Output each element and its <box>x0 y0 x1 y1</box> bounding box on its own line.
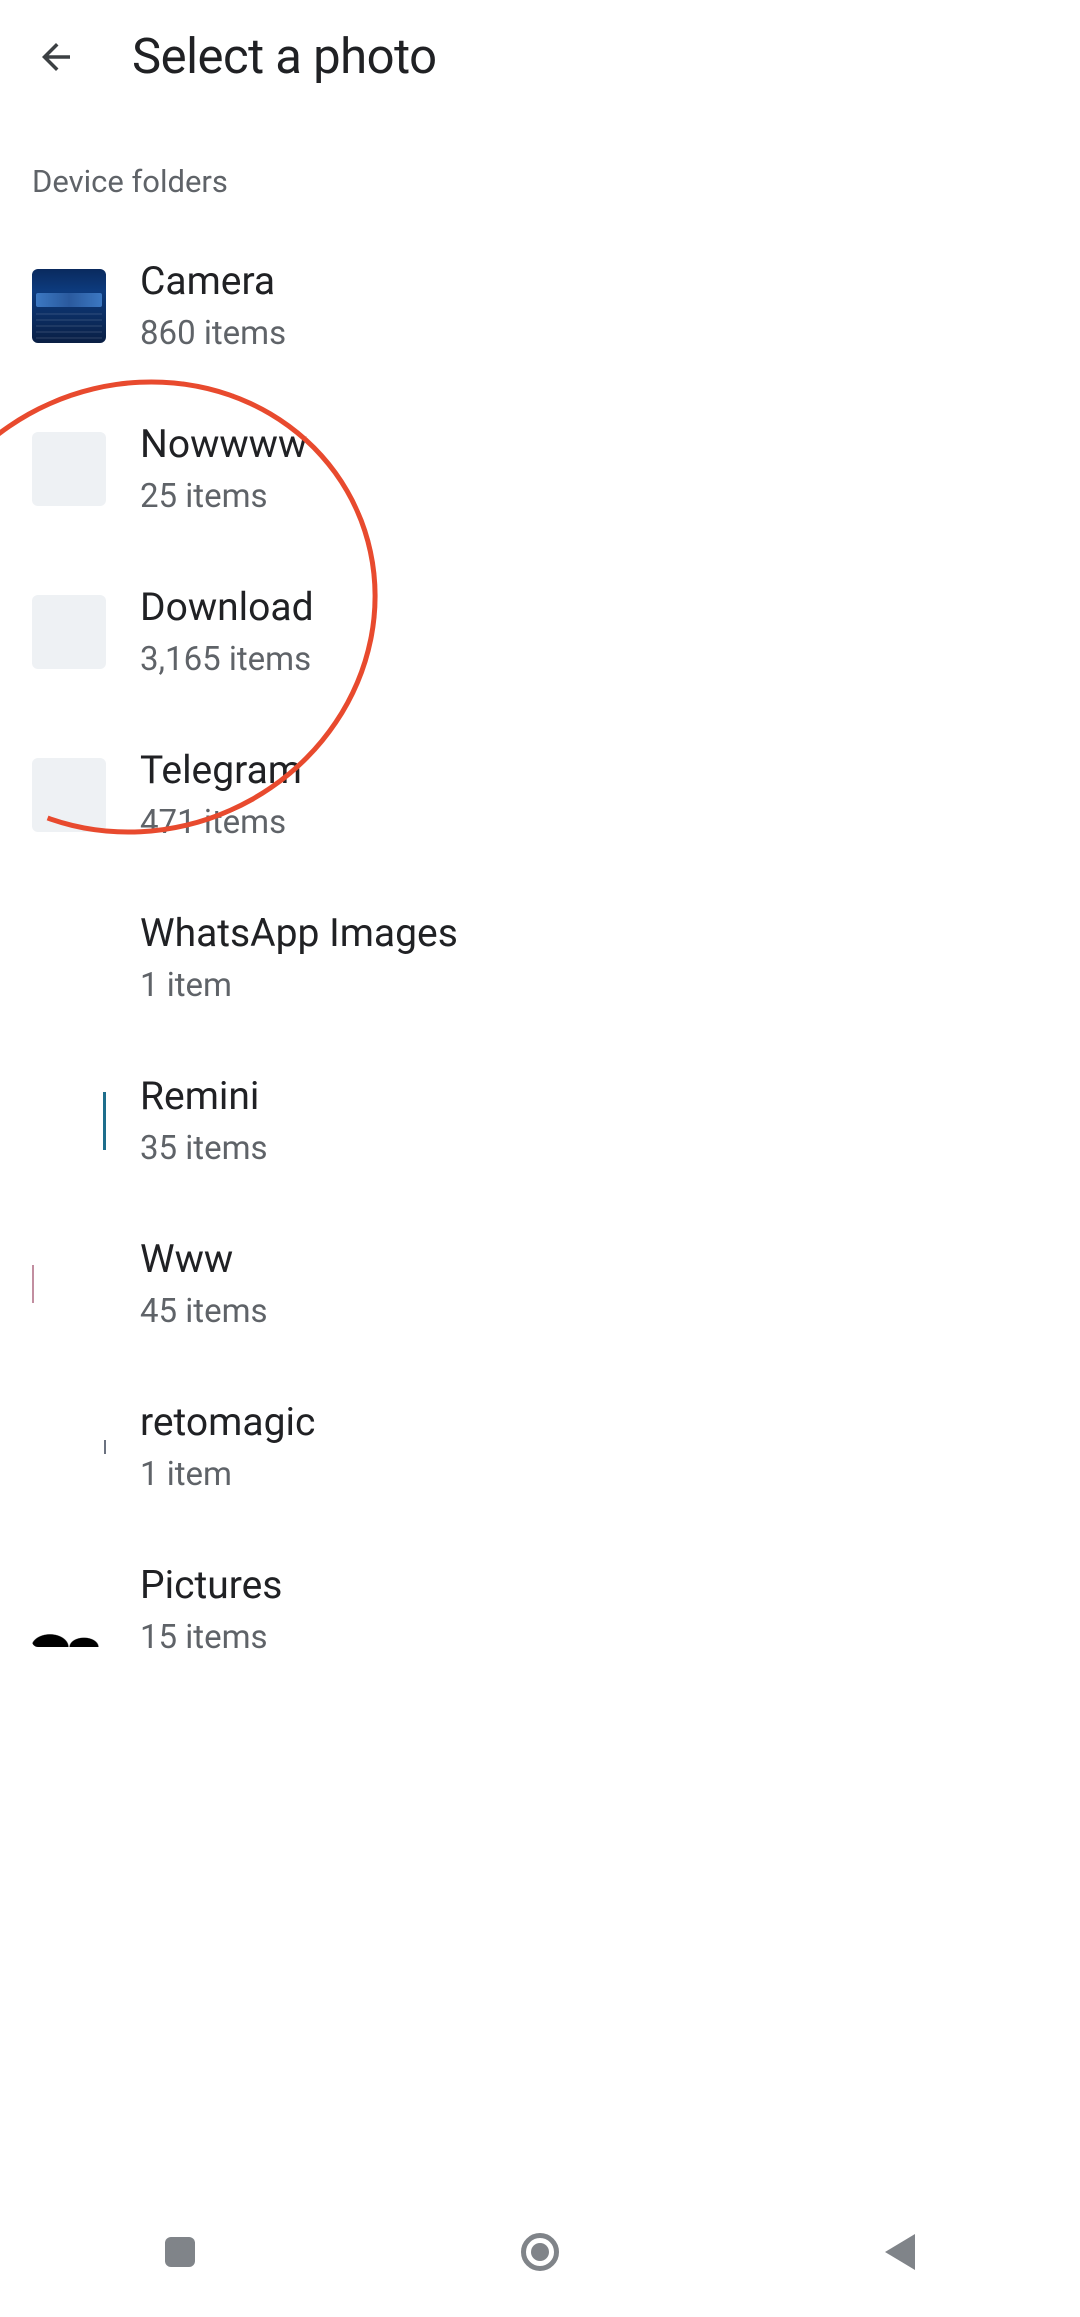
folder-name: Www <box>140 1236 268 1282</box>
folder-name: retomagic <box>140 1399 315 1445</box>
folder-name: WhatsApp Images <box>140 910 458 956</box>
triangle-left-icon <box>885 2234 915 2270</box>
folder-name: Nowwww <box>140 421 307 467</box>
arrow-left-icon <box>35 36 77 78</box>
folder-row-retomagic[interactable]: retomagic 1 item <box>0 1365 1080 1528</box>
folder-name: Download <box>140 584 314 630</box>
folder-row-whatsapp-images[interactable]: WhatsApp Images 1 item <box>0 876 1080 1039</box>
folder-count: 1 item <box>140 1455 315 1494</box>
folder-text: Camera 860 items <box>140 258 286 353</box>
square-icon <box>165 2237 195 2267</box>
folder-name: Telegram <box>140 747 302 793</box>
circle-icon <box>521 2233 559 2271</box>
folder-row-nowwww[interactable]: Nowwww 25 items <box>0 387 1080 550</box>
folder-row-camera[interactable]: Camera 860 items <box>0 224 1080 387</box>
folder-count: 45 items <box>140 1292 268 1331</box>
folder-thumbnail <box>32 1084 106 1158</box>
folder-text: Telegram 471 items <box>140 747 302 842</box>
folder-row-telegram[interactable]: Telegram 471 items <box>0 713 1080 876</box>
page-title: Select a photo <box>132 28 437 85</box>
nav-home-button[interactable] <box>518 2230 562 2274</box>
folder-thumbnail <box>32 1247 106 1321</box>
folder-count: 1 item <box>140 966 458 1005</box>
folder-count: 15 items <box>140 1618 282 1657</box>
folder-thumbnail <box>32 758 106 832</box>
folder-row-remini[interactable]: Remini 35 items <box>0 1039 1080 1202</box>
folder-row-www[interactable]: Www 45 items <box>0 1202 1080 1365</box>
folder-name: Remini <box>140 1073 268 1119</box>
nav-back-button[interactable] <box>878 2230 922 2274</box>
folder-thumbnail <box>32 595 106 669</box>
folder-thumbnail <box>32 921 106 995</box>
section-label-device-folders: Device folders <box>0 103 1080 224</box>
folder-row-pictures[interactable]: Pictures 15 items <box>0 1528 1080 1691</box>
folder-text: Remini 35 items <box>140 1073 268 1168</box>
folder-count: 3,165 items <box>140 640 314 679</box>
fade-overlay <box>0 2147 1080 2187</box>
folder-text: retomagic 1 item <box>140 1399 315 1494</box>
folder-list: Camera 860 items Nowwww 25 items Downloa… <box>0 224 1080 1691</box>
folder-row-download[interactable]: Download 3,165 items <box>0 550 1080 713</box>
folder-thumbnail <box>32 1573 106 1647</box>
system-navigation-bar <box>0 2187 1080 2317</box>
folder-count: 471 items <box>140 803 302 842</box>
folder-count: 25 items <box>140 477 307 516</box>
app-header: Select a photo <box>0 0 1080 103</box>
folder-name: Pictures <box>140 1562 282 1608</box>
folder-text: Pictures 15 items <box>140 1562 282 1657</box>
nav-recents-button[interactable] <box>158 2230 202 2274</box>
back-button[interactable] <box>32 33 80 81</box>
folder-text: Nowwww 25 items <box>140 421 307 516</box>
folder-thumbnail <box>32 269 106 343</box>
folder-text: Download 3,165 items <box>140 584 314 679</box>
folder-thumbnail <box>32 1410 106 1484</box>
folder-text: Www 45 items <box>140 1236 268 1331</box>
folder-name: Camera <box>140 258 286 304</box>
folder-count: 35 items <box>140 1129 268 1168</box>
folder-text: WhatsApp Images 1 item <box>140 910 458 1005</box>
folder-count: 860 items <box>140 314 286 353</box>
folder-thumbnail <box>32 432 106 506</box>
